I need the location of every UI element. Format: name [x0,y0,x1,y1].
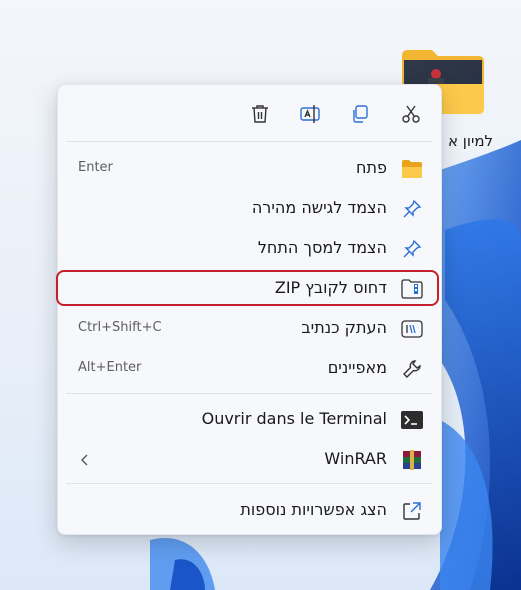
copy-path-icon [401,318,423,340]
pin-icon [401,198,423,220]
winrar-icon [401,449,423,471]
chevron-left-icon [80,452,90,471]
folder-label[interactable]: למיון א [448,132,521,154]
menu-item-compress-zip[interactable]: דחוס לקובץ ZIP [58,268,441,308]
menu-item-shortcut: Enter [78,160,113,175]
menu-item-winrar[interactable]: WinRAR [58,439,441,479]
copy-icon [353,105,368,123]
menu-item-label: WinRAR [324,449,387,468]
context-menu: פתח Enter הצמד לגישה מהירה הצמד למסך התח… [57,84,442,535]
menu-item-copy-as-path[interactable]: העתק כנתיב Ctrl+Shift+C [58,308,441,348]
menu-item-label: פתח [356,158,387,177]
terminal-icon [401,409,423,431]
zip-icon [401,278,423,300]
menu-item-pin-start[interactable]: הצמד למסך התחל [58,228,441,268]
menu-item-open-terminal[interactable]: Ouvrir dans le Terminal [58,399,441,439]
pin-icon [401,238,423,260]
scissors-icon [402,105,420,123]
menu-item-properties[interactable]: מאפיינים Alt+Enter [58,348,441,388]
folder-open-icon [401,158,423,180]
menu-item-shortcut: Alt+Enter [78,360,142,375]
menu-item-label: הצג אפשרויות נוספות [240,500,387,519]
menu-item-label: העתק כנתיב [301,318,387,337]
menu-item-open[interactable]: פתח Enter [58,148,441,188]
menu-item-label: מאפיינים [327,358,387,377]
menu-item-label: הצמד למסך התחל [257,238,387,257]
menu-separator [66,393,433,394]
rename-icon [300,105,320,123]
menu-item-shortcut: Ctrl+Shift+C [78,320,162,335]
delete-button[interactable] [244,99,276,129]
menu-item-show-more-options[interactable]: הצג אפשרויות נוספות [58,490,441,530]
menu-separator [66,483,433,484]
menu-item-label: הצמד לגישה מהירה [251,198,387,217]
share-external-icon [401,500,423,522]
cut-button[interactable] [395,99,427,129]
menu-item-pin-quick-access[interactable]: הצמד לגישה מהירה [58,188,441,228]
menu-item-label: Ouvrir dans le Terminal [201,409,387,428]
rename-button[interactable] [294,99,326,129]
toolbar-separator [66,141,433,142]
context-menu-toolbar [58,85,441,141]
menu-item-label: דחוס לקובץ ZIP [274,278,387,297]
wrench-icon [401,358,423,380]
copy-button[interactable] [344,99,376,129]
desktop: למיון א פתח Enter הצמד לגישה מהירה הצמד … [0,0,521,590]
trash-icon [252,105,268,123]
